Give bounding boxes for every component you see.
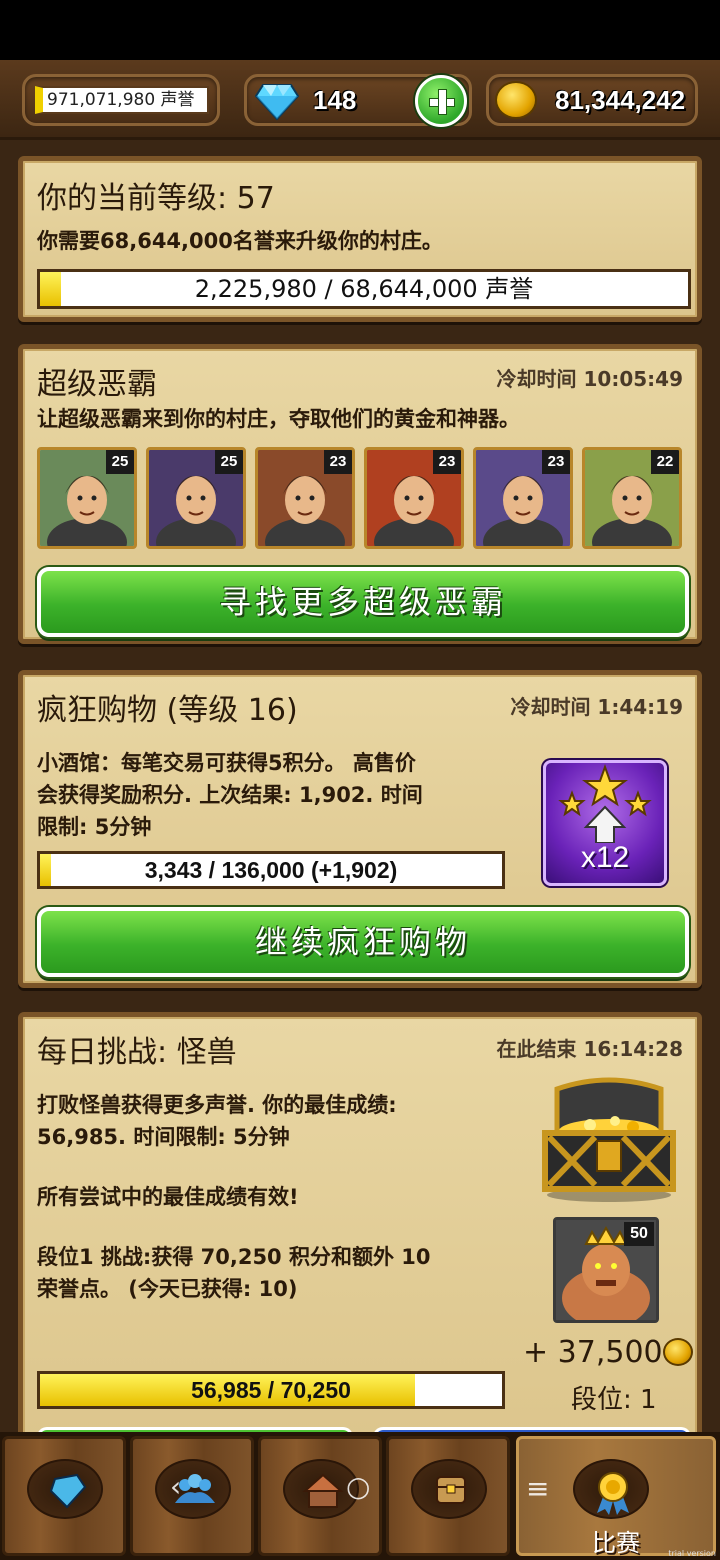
reward-value: + 37,500 [523,1335,663,1370]
challenge-progress-bar: 56,985 / 70,250 [37,1371,505,1409]
treasure-chest-icon [542,1077,676,1202]
shopping-description-line: 会获得奖励积分. 上次结果: 1,902. 时间 [37,783,423,807]
nav-oval [155,1459,231,1519]
challenge-panel: 每日挑战: 怪兽 在此结束 16:14:28 打败怪兽获得更多声誉. 你的最佳成… [18,1012,702,1452]
villain-level: 23 [324,450,352,474]
continue-shopping-button[interactable]: 继续疯狂购物 [37,907,689,977]
level-subtitle: 你需要68,644,000名誉来升级你的村庄。 [37,229,443,253]
nav-tab-shop[interactable] [2,1436,126,1556]
shopping-cooldown: 冷却时间 1:44:19 [510,695,683,719]
level-progress-label: 2,225,980 / 68,644,000 声誉 [194,275,534,303]
level-panel: 你的当前等级: 57 你需要68,644,000名誉来升级你的村庄。 2,225… [18,156,702,322]
gem-count: 148 [313,85,357,115]
gold-count: 81,344,242 [555,85,686,115]
shopping-progress-label: 3,343 / 136,000 (+1,902) [144,857,398,883]
level-title: 你的当前等级: 57 [37,181,275,216]
challenge-reward-text: 段位1 挑战:获得 70,250 积分和额外 10 荣誉点。 (今天已获得: 1… [37,1241,431,1305]
shopping-description-line: 限制: 5分钟 [37,815,152,839]
status-bar [0,0,720,60]
villain-level: 22 [651,450,679,474]
watermark: trial version [668,1549,716,1558]
chest-icon [436,1476,466,1504]
stars-arrow-icon [558,764,652,843]
shopping-progress-bar: 3,343 / 136,000 (+1,902) [37,851,505,889]
villain-card[interactable]: 25 [37,447,137,549]
villain-card[interactable]: 23 [255,447,355,549]
level-progress-bar: 2,225,980 / 68,644,000 声誉 [37,269,691,309]
bottom-navigation: 比赛 ‹ ○ ≡ trial version [0,1432,720,1560]
multiplier-badge: x12 [543,760,667,886]
challenge-title: 每日挑战: 怪兽 [37,1035,237,1070]
nav-oval [27,1459,103,1519]
challenge-progress-label: 56,985 / 70,250 [191,1377,351,1403]
gem-shop-icon [49,1473,87,1509]
nav-tab-chest[interactable] [386,1436,510,1556]
villain-level: 23 [433,450,461,474]
reward-amount: + 37,500 [523,1335,693,1370]
monster-level: 50 [624,1222,654,1246]
villain-list: 25 25 23 23 23 22 [37,447,697,551]
villain-card[interactable]: 22 [582,447,682,549]
rank-label: 段位: 1 [571,1385,657,1415]
villains-title: 超级恶霸 [37,367,157,402]
find-villains-button[interactable]: 寻找更多超级恶霸 [37,567,689,637]
villain-level: 25 [106,450,134,474]
fame-value: 971,071,980 声誉 [35,86,209,114]
nav-oval [411,1459,487,1519]
nav-tab-guild[interactable] [130,1436,254,1556]
system-back-icon[interactable]: ‹ [170,1470,181,1503]
villains-description: 让超级恶霸来到你的村庄，夺取他们的黄金和神器。 [37,407,520,431]
system-recents-icon[interactable]: ≡ [526,1472,549,1505]
challenge-description-line: 打败怪兽获得更多声誉. 你的最佳成绩: [37,1093,397,1117]
gem-counter: 148 [244,74,472,127]
villain-card[interactable]: 25 [146,447,246,549]
gold-counter: 81,344,242 [486,74,698,126]
villain-level: 23 [542,450,570,474]
system-home-icon[interactable]: ○ [346,1470,370,1503]
shopping-panel: 疯狂购物 (等级 16) 冷却时间 1:44:19 小酒馆：每笔交易可获得5积分… [18,670,702,988]
shopping-description: 小酒馆：每笔交易可获得5积分。 高售价 会获得奖励积分. 上次结果: 1,902… [37,747,423,843]
villain-card[interactable]: 23 [473,447,573,549]
shopping-description-line: 小酒馆：每笔交易可获得5积分。 高售价 [37,751,416,775]
fame-counter: 971,071,980 声誉 [22,74,220,126]
diamond-icon [255,84,299,121]
challenge-reward-line: 荣誉点。 (今天已获得: 10) [37,1277,298,1301]
villains-panel: 超级恶霸 冷却时间 10:05:49 让超级恶霸来到你的村庄，夺取他们的黄金和神… [18,344,702,644]
people-icon [175,1474,215,1503]
nav-oval [573,1459,649,1519]
challenge-note: 所有尝试中的最佳成绩有效! [37,1185,299,1209]
challenge-description-line: 56,985. 时间限制: 5分钟 [37,1125,290,1149]
monster-card[interactable]: 50 [553,1217,659,1323]
villain-card[interactable]: 23 [364,447,464,549]
challenge-ends: 在此结束 16:14:28 [496,1037,683,1061]
medal-icon [597,1472,629,1515]
gold-coin-icon [495,81,537,119]
buy-gems-button[interactable] [415,75,467,127]
multiplier-label: x12 [580,841,630,874]
shopping-title: 疯狂购物 (等级 16) [37,693,298,728]
challenge-description: 打败怪兽获得更多声誉. 你的最佳成绩: 56,985. 时间限制: 5分钟 [37,1089,397,1153]
challenge-reward-line: 段位1 挑战:获得 70,250 积分和额外 10 [37,1245,431,1269]
villains-cooldown: 冷却时间 10:05:49 [496,367,683,391]
villain-level: 25 [215,450,243,474]
resource-bar: 971,071,980 声誉 148 81,344,242 [0,60,720,140]
reward-coin-icon [662,1338,693,1366]
